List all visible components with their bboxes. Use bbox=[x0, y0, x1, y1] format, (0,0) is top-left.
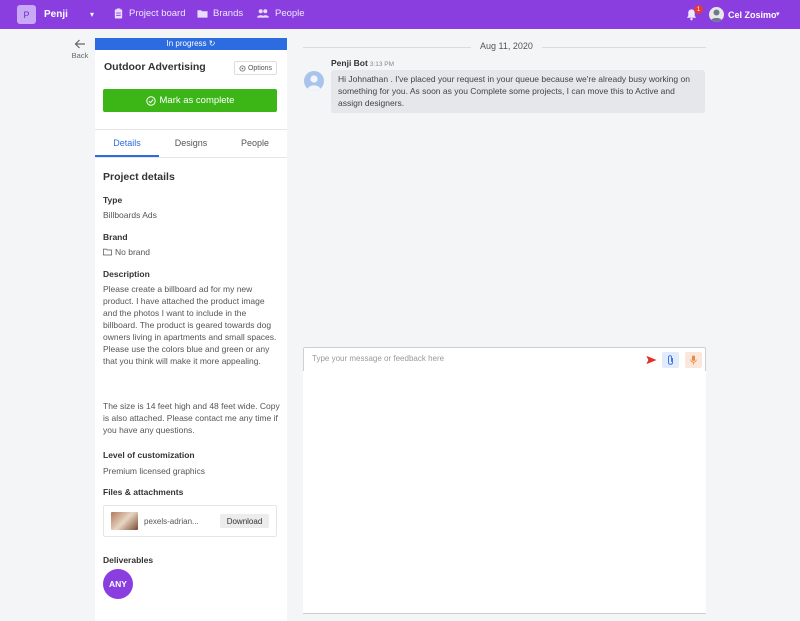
folder-icon bbox=[103, 248, 112, 256]
date-label: Aug 11, 2020 bbox=[471, 41, 542, 51]
attachment-item: pexels-adrian... Download bbox=[103, 505, 277, 537]
brand-logo[interactable]: P bbox=[17, 5, 36, 24]
chat-empty-area bbox=[303, 371, 706, 614]
nav-people[interactable]: People bbox=[256, 8, 305, 19]
sender-name: Penji Bot bbox=[331, 58, 368, 68]
mark-complete-button[interactable]: Mark as complete bbox=[103, 89, 277, 112]
folder-icon bbox=[197, 10, 208, 18]
description-text-2: The size is 14 feet high and 48 feet wid… bbox=[103, 401, 280, 435]
deliverables-label: Deliverables bbox=[103, 555, 154, 565]
deliverable-badge: ANY bbox=[103, 569, 133, 599]
bot-avatar-icon bbox=[307, 75, 321, 91]
type-value: Billboards Ads bbox=[103, 210, 157, 220]
attachment-thumbnail[interactable] bbox=[111, 512, 138, 530]
workspace-name[interactable]: Penji bbox=[44, 9, 68, 20]
options-button[interactable]: Options bbox=[234, 61, 277, 75]
message-bubble: Hi Johnathan . I've placed your request … bbox=[331, 70, 705, 113]
options-label: Options bbox=[247, 64, 273, 72]
workspace-dropdown-icon[interactable]: ▾ bbox=[90, 10, 94, 19]
send-icon[interactable] bbox=[646, 355, 657, 365]
username[interactable]: Cel Zosimo bbox=[728, 10, 777, 20]
user-avatar[interactable] bbox=[709, 7, 724, 22]
user-avatar-icon bbox=[710, 9, 723, 22]
microphone-icon bbox=[690, 355, 697, 365]
project-title: Outdoor Advertising bbox=[104, 61, 206, 73]
people-icon bbox=[257, 9, 269, 18]
back-label: Back bbox=[71, 51, 89, 60]
attachment-name[interactable]: pexels-adrian... bbox=[144, 517, 210, 526]
tab-people[interactable]: People bbox=[223, 130, 287, 157]
mark-complete-label: Mark as complete bbox=[159, 95, 235, 106]
nav-project-board[interactable]: Project board bbox=[113, 8, 186, 19]
check-circle-icon bbox=[145, 95, 156, 106]
attach-button[interactable] bbox=[662, 352, 679, 368]
arrow-left-icon bbox=[74, 39, 85, 49]
chat-panel: Aug 11, 2020 Penji Bot 3:13 PM Hi Johnath… bbox=[303, 38, 706, 614]
status-badge: In progress ↻ bbox=[95, 38, 287, 50]
nav-brands[interactable]: Brands bbox=[197, 8, 243, 19]
message-input[interactable] bbox=[312, 354, 632, 363]
nav-label: Brands bbox=[213, 8, 244, 19]
gear-icon bbox=[239, 64, 246, 72]
customization-label: Level of customization bbox=[103, 450, 195, 460]
files-label: Files & attachments bbox=[103, 487, 184, 497]
type-label: Type bbox=[103, 195, 123, 205]
tab-details[interactable]: Details bbox=[95, 130, 159, 157]
brand-value: No brand bbox=[115, 247, 150, 257]
clipboard-icon bbox=[114, 8, 123, 19]
nav-label: Project board bbox=[129, 8, 186, 19]
user-menu-caret-icon[interactable]: ▾ bbox=[776, 10, 780, 18]
download-button[interactable]: Download bbox=[220, 514, 269, 528]
back-button[interactable]: Back bbox=[70, 38, 90, 60]
project-panel: In progress ↻ Outdoor Advertising Option… bbox=[95, 38, 287, 621]
description-text: Please create a billboard ad for my new … bbox=[103, 284, 277, 366]
description-label: Description bbox=[103, 269, 150, 279]
tab-designs[interactable]: Designs bbox=[159, 130, 223, 157]
project-details-heading: Project details bbox=[103, 171, 175, 183]
project-tabs: Details Designs People bbox=[95, 129, 287, 158]
customization-value: Premium licensed graphics bbox=[103, 466, 206, 476]
brand-label: Brand bbox=[103, 232, 128, 242]
message-composer bbox=[303, 347, 706, 371]
top-navbar: P Penji ▾ Project board Brands People 1 … bbox=[0, 0, 800, 29]
brand-value-row: No brand bbox=[103, 246, 281, 258]
bot-avatar bbox=[304, 71, 324, 91]
voice-button[interactable] bbox=[685, 352, 702, 368]
message-sender: Penji Bot 3:13 PM bbox=[331, 58, 394, 68]
paperclip-icon bbox=[668, 355, 673, 365]
notification-badge: 1 bbox=[694, 5, 703, 14]
nav-label: People bbox=[275, 8, 305, 19]
message-time: 3:13 PM bbox=[369, 61, 395, 68]
